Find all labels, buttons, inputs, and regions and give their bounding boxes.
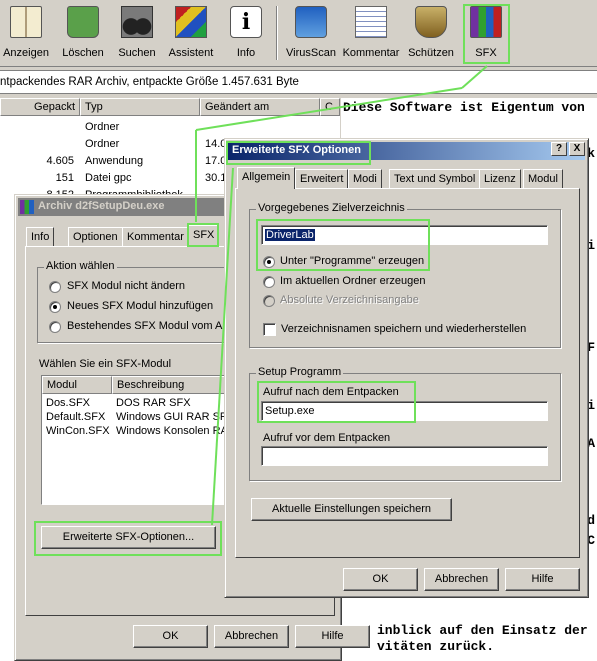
connector-line xyxy=(195,87,463,131)
connector-line xyxy=(461,65,488,89)
tab-general[interactable]: Allgemein xyxy=(237,167,296,189)
sfx-tab-highlight-box xyxy=(187,223,219,247)
connector-line xyxy=(211,167,234,526)
annotation-connectors xyxy=(195,65,488,526)
